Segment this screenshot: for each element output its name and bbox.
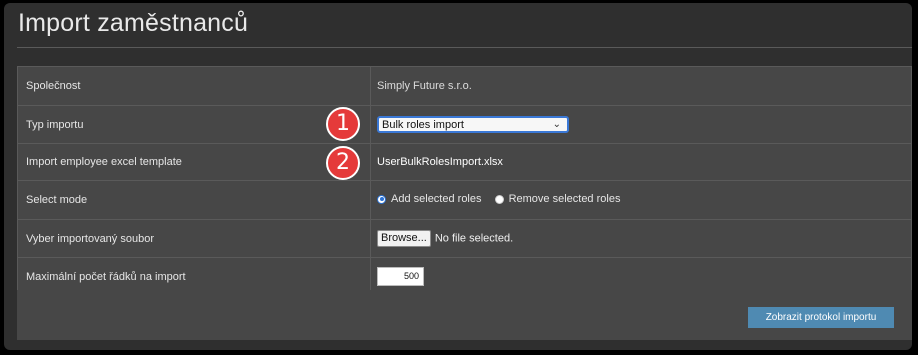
mode-add-label: Add selected roles	[391, 193, 482, 206]
select-mode-label: Select mode	[17, 180, 371, 220]
import-type-label: Typ importu	[17, 105, 371, 144]
form-footer: Zobrazit protokol importu	[17, 290, 912, 340]
annotation-badge-2: 2	[326, 146, 360, 180]
chevron-down-icon: ⌄	[552, 119, 561, 130]
file-status: No file selected.	[434, 232, 514, 245]
row-file: Vyber importovaný soubor Browse... No fil…	[17, 219, 912, 258]
page-title: Import zaměstnanců	[18, 9, 249, 37]
annotation-badge-1: 1	[326, 107, 360, 141]
title-divider	[17, 47, 912, 48]
file-label: Vyber importovaný soubor	[17, 219, 371, 258]
import-type-select[interactable]: Bulk roles import ⌄	[377, 116, 569, 133]
import-type-selected: Bulk roles import	[382, 118, 464, 131]
import-panel: Import zaměstnanců Společnost Simply Fut…	[4, 3, 912, 350]
row-template: Import employee excel template UserBulkR…	[17, 143, 912, 181]
show-protocol-button[interactable]: Zobrazit protokol importu	[748, 307, 894, 328]
import-form: Společnost Simply Future s.r.o. Typ impo…	[17, 66, 912, 296]
mode-add-option[interactable]: Add selected roles	[377, 193, 482, 205]
max-rows-input[interactable]: 500	[377, 267, 424, 286]
browse-button[interactable]: Browse...	[377, 230, 431, 247]
company-value: Simply Future s.r.o.	[377, 80, 472, 92]
row-import-type: Typ importu Bulk roles import ⌄	[17, 105, 912, 144]
row-company: Společnost Simply Future s.r.o.	[17, 66, 912, 106]
company-label: Společnost	[17, 66, 371, 106]
radio-icon[interactable]	[494, 194, 504, 204]
row-select-mode: Select mode Add selected roles Remove se…	[17, 180, 912, 220]
template-link[interactable]: UserBulkRolesImport.xlsx	[377, 156, 503, 168]
mode-remove-label: Remove selected roles	[508, 193, 621, 206]
mode-remove-option[interactable]: Remove selected roles	[494, 193, 621, 206]
template-label: Import employee excel template	[17, 143, 371, 181]
radio-icon[interactable]	[377, 194, 386, 204]
